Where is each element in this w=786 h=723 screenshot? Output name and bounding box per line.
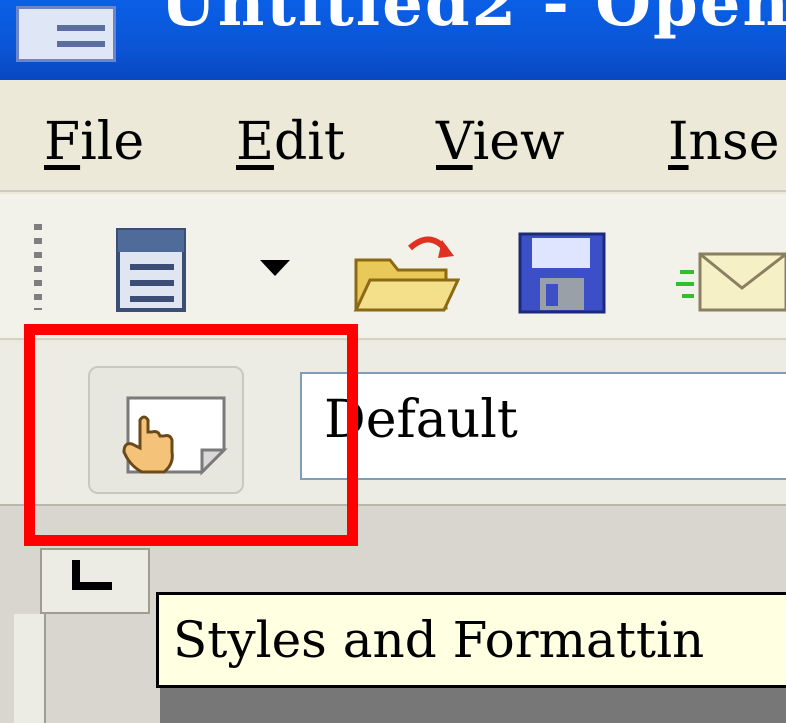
- tab-stop-selector[interactable]: [40, 548, 150, 614]
- vertical-ruler: [14, 614, 46, 723]
- menu-edit[interactable]: Edit: [236, 112, 345, 172]
- title-bar: Untitled2 - OpenOffice.org Writer: [0, 0, 786, 80]
- tooltip: Styles and Formattin: [156, 592, 786, 688]
- writer-app-icon: [16, 6, 116, 62]
- dropdown-arrow-icon[interactable]: [258, 256, 292, 280]
- standard-toolbar: [0, 194, 786, 340]
- window-title: Untitled2 - OpenOffice.org Writer: [160, 0, 786, 41]
- save-disk-icon[interactable]: [516, 230, 608, 316]
- menu-view[interactable]: View: [436, 112, 565, 172]
- menu-bar: File Edit View Inse: [0, 80, 786, 192]
- open-folder-icon[interactable]: [350, 230, 460, 316]
- new-document-icon[interactable]: [104, 224, 200, 316]
- email-envelope-icon[interactable]: [676, 244, 786, 314]
- highlight-box: [24, 324, 358, 546]
- menu-insert[interactable]: Inse: [668, 112, 780, 172]
- tooltip-text: Styles and Formattin: [173, 611, 705, 669]
- toolbar-grip[interactable]: [34, 224, 42, 310]
- menu-file[interactable]: File: [44, 112, 144, 172]
- paragraph-style-combobox[interactable]: Default: [300, 372, 786, 480]
